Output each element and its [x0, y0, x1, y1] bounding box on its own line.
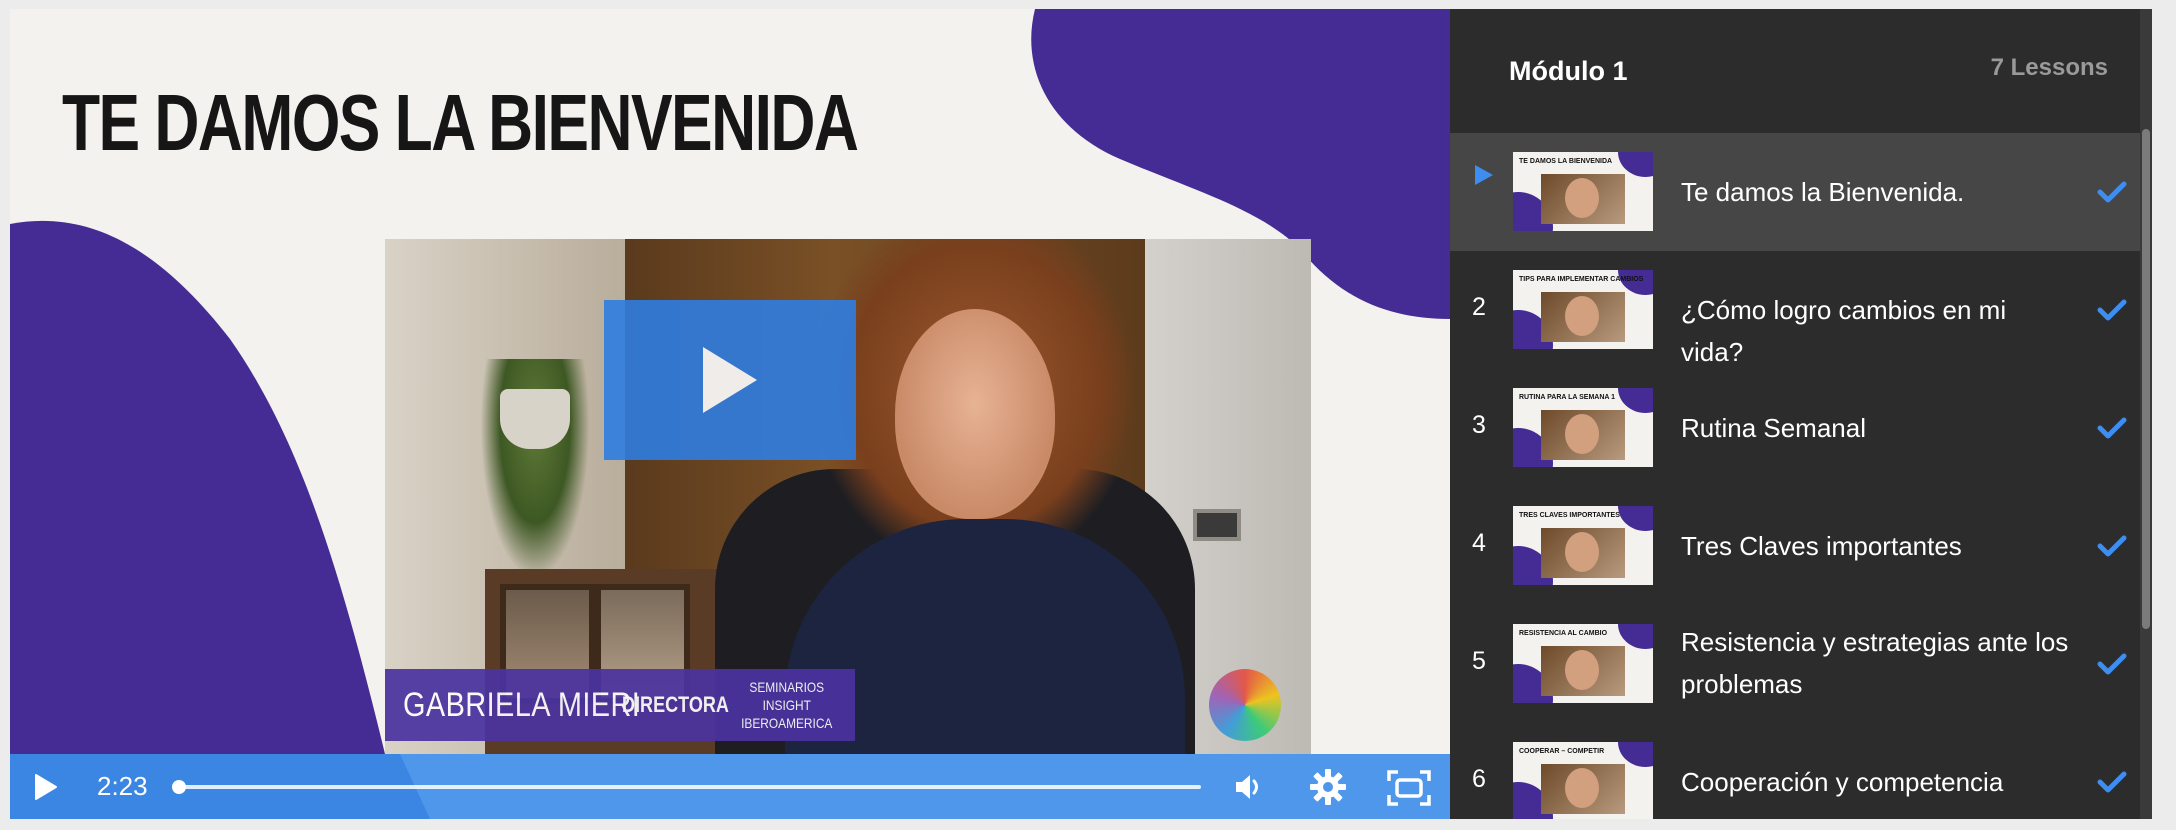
- thumb-face: [1565, 532, 1599, 572]
- settings-gear-icon[interactable]: [1308, 767, 1348, 807]
- thumb-title: TE DAMOS LA BIENVENIDA: [1519, 158, 1613, 165]
- play-icon[interactable]: [30, 772, 60, 802]
- lesson-item[interactable]: 4 TRES CLAVES IMPORTANTES Tres Claves impo…: [1450, 487, 2140, 605]
- speaker-role: DIRECTORA: [622, 692, 729, 717]
- plant-pot: [500, 389, 570, 449]
- scrubber-handle[interactable]: [172, 780, 186, 794]
- lesson-thumbnail: TRES CLAVES IMPORTANTES: [1513, 506, 1653, 585]
- speaker-name: GABRIELA MIERI: [403, 685, 641, 724]
- play-icon: [703, 347, 757, 413]
- lesson-count: 7 Lessons: [1990, 54, 2108, 81]
- speaker-lower-third: GABRIELA MIERI DIRECTORA SEMINARIOS INSI…: [385, 669, 855, 741]
- thumb-face: [1565, 650, 1599, 690]
- thumb-title: TRES CLAVES IMPORTANTES: [1519, 512, 1620, 519]
- progress-scrubber[interactable]: [172, 780, 1201, 794]
- lesson-title: ¿Cómo logro cambios en mi vida?: [1681, 295, 2007, 367]
- fullscreen-icon[interactable]: [1386, 769, 1432, 807]
- slide-title: TE DAMOS LA BIENVENIDA: [62, 78, 859, 167]
- wall-switch: [1193, 509, 1241, 541]
- thumb-face: [1565, 768, 1599, 808]
- completed-check-icon: [2097, 299, 2127, 321]
- lesson-item[interactable]: 6 COOPERAR – COMPETIR Cooperación y compet…: [1450, 723, 2140, 819]
- completed-check-icon: [2097, 771, 2127, 793]
- lesson-title: Cooperación y competencia: [1681, 767, 2004, 797]
- thumb-title: RUTINA PARA LA SEMANA 1: [1519, 394, 1616, 401]
- lesson-thumbnail: RESISTENCIA AL CAMBIO: [1513, 624, 1653, 703]
- insight-logo: [1209, 669, 1281, 741]
- course-player: TE DAMOS LA BIENVENIDA GABRIELA MIERI DI…: [10, 9, 2152, 819]
- thumb-title: TIPS PARA IMPLEMENTAR CAMBIOS: [1519, 276, 1644, 283]
- thumb-title: RESISTENCIA AL CAMBIO: [1519, 630, 1608, 637]
- lesson-title: Rutina Semanal: [1681, 413, 1866, 443]
- now-playing-icon: [1475, 165, 1493, 185]
- module-header: Módulo 1 7 Lessons: [1450, 9, 2152, 133]
- lesson-item[interactable]: 2 TIPS PARA IMPLEMENTAR CAMBIOS ¿Cómo logr…: [1450, 251, 2140, 369]
- lesson-item[interactable]: TE DAMOS LA BIENVENIDA Te damos la Bienve…: [1450, 133, 2140, 251]
- lesson-number: 6: [1472, 765, 1486, 793]
- completed-check-icon: [2097, 417, 2127, 439]
- speaker-organization: SEMINARIOS INSIGHT IBEROAMERICA: [741, 679, 833, 731]
- speaker-face: [895, 309, 1055, 519]
- completed-check-icon: [2097, 653, 2127, 675]
- lesson-sidebar: Módulo 1 7 Lessons TE DAMOS LA BIENVENID…: [1450, 9, 2152, 819]
- lesson-item[interactable]: 5 RESISTENCIA AL CAMBIO Resistencia y estr…: [1450, 605, 2140, 723]
- lesson-number: 3: [1472, 411, 1486, 439]
- completed-check-icon: [2097, 535, 2127, 557]
- lesson-title: Te damos la Bienvenida.: [1681, 177, 1965, 207]
- completed-check-icon: [2097, 181, 2127, 203]
- lesson-number: 5: [1472, 647, 1486, 675]
- thumb-title: COOPERAR – COMPETIR: [1519, 748, 1605, 755]
- lesson-thumbnail: TE DAMOS LA BIENVENIDA: [1513, 152, 1653, 231]
- lesson-thumbnail: RUTINA PARA LA SEMANA 1: [1513, 388, 1653, 467]
- lesson-number: 4: [1472, 529, 1486, 557]
- video-stage[interactable]: TE DAMOS LA BIENVENIDA GABRIELA MIERI DI…: [10, 9, 1450, 819]
- lesson-title: Resistencia y estrategias ante los probl…: [1681, 627, 2069, 699]
- player-control-bar: 2:23: [10, 754, 1450, 819]
- lesson-thumbnail: TIPS PARA IMPLEMENTAR CAMBIOS: [1513, 270, 1653, 349]
- volume-icon[interactable]: [1232, 770, 1266, 804]
- thumb-face: [1565, 414, 1599, 454]
- lesson-number: 2: [1472, 293, 1486, 321]
- lesson-thumbnail: COOPERAR – COMPETIR: [1513, 742, 1653, 819]
- sidebar-scrollbar-thumb[interactable]: [2142, 129, 2150, 629]
- module-title: Módulo 1: [1509, 56, 1628, 86]
- thumb-face: [1565, 296, 1599, 336]
- lesson-title: Tres Claves importantes: [1681, 531, 1962, 561]
- big-play-button[interactable]: [604, 300, 856, 460]
- thumb-face: [1565, 178, 1599, 218]
- current-time: 2:23: [97, 771, 148, 801]
- lesson-item[interactable]: 3 RUTINA PARA LA SEMANA 1 Rutina Semanal: [1450, 369, 2140, 487]
